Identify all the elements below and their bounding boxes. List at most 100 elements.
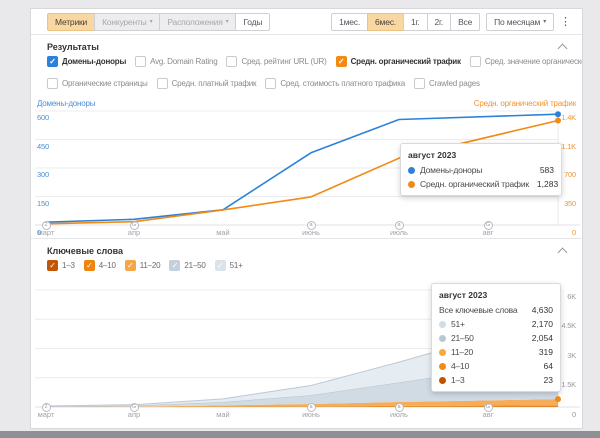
- axis-event-marker[interactable]: a: [307, 403, 316, 412]
- axis-event-marker[interactable]: 2: [42, 403, 51, 412]
- range-button[interactable]: 1г.: [403, 13, 428, 31]
- checkbox-label: Сред. стоимость платного трафика: [280, 79, 405, 88]
- keyword-range-checkboxes: ✓1–3✓4–10✓11–20✓21–50✓51+: [31, 256, 582, 278]
- checkbox-box-icon: [265, 78, 276, 89]
- results-chart[interactable]: мартапрмайиюньиюльавг2GaaGДомены-донорыС…: [31, 96, 584, 238]
- x-axis-month-label: май: [208, 410, 238, 419]
- metric-checkbox[interactable]: Crawled pages: [414, 78, 480, 89]
- left-axis-tick: 150: [37, 199, 49, 208]
- tooltip-row-label: 51+: [451, 317, 524, 331]
- tab-years-label: Годы: [243, 17, 262, 27]
- series-endpoint-dot: [555, 396, 561, 402]
- tab-locations-label: Расположения: [167, 17, 222, 27]
- tooltip-row-label: Домены-доноры: [420, 163, 532, 177]
- metric-checkbox[interactable]: ✓4–10: [84, 260, 116, 271]
- chevron-down-icon: ▾: [150, 17, 153, 27]
- metric-checkbox[interactable]: Средн. платный трафик: [157, 78, 257, 89]
- checkbox-label: 11–20: [140, 261, 161, 270]
- keywords-section-header: Ключевые слова: [31, 239, 582, 256]
- tooltip-row: 4–10 64: [432, 359, 560, 373]
- left-axis-title: Домены-доноры: [37, 99, 95, 108]
- checkbox-box-icon: ✓: [169, 260, 180, 271]
- granularity-dropdown[interactable]: По месяцам ▾: [486, 13, 554, 31]
- series-dot-icon: [439, 363, 446, 370]
- right-axis-title: Средн. органический трафик: [474, 99, 576, 108]
- right-axis-zero: 0: [572, 228, 576, 237]
- metric-checkbox[interactable]: Avg. Domain Rating: [135, 56, 217, 67]
- checkbox-label: Crawled pages: [429, 79, 480, 88]
- checkbox-box-icon: [226, 56, 237, 67]
- tab-locations[interactable]: Расположения▾: [159, 13, 236, 31]
- right-axis-tick: 1.5K: [561, 380, 576, 389]
- series-dot-icon: [439, 335, 446, 342]
- tooltip-row: 1–3 23: [432, 373, 560, 387]
- axis-event-marker[interactable]: a: [395, 221, 404, 230]
- tooltip-row: Средн. органический трафик1,283: [401, 177, 561, 191]
- tooltip-row: 51+ 2,170: [432, 317, 560, 331]
- axis-event-marker[interactable]: a: [395, 403, 404, 412]
- metric-checkbox[interactable]: Сред. стоимость платного трафика: [265, 78, 405, 89]
- right-axis-tick: 700: [564, 170, 576, 179]
- checkbox-box-icon: ✓: [336, 56, 347, 67]
- checkbox-box-icon: ✓: [84, 260, 95, 271]
- chart-tooltip: август 2023Домены-доноры583Средн. органи…: [400, 143, 562, 196]
- right-axis-tick: 6K: [567, 292, 576, 301]
- keywords-chart[interactable]: мартапрмайиюньиюльавг2GaaG6K4.5K3K1.5K0а…: [31, 278, 584, 419]
- tab-competitors[interactable]: Конкуренты▾: [94, 13, 160, 31]
- range-button[interactable]: 2г.: [427, 13, 452, 31]
- metric-checkbox[interactable]: ✓11–20: [125, 260, 161, 271]
- checkbox-box-icon: [470, 56, 481, 67]
- checkbox-row: ✓Домены-донорыAvg. Domain RatingСред. ре…: [31, 52, 582, 74]
- metric-checkbox[interactable]: ✓Средн. органический трафик: [336, 56, 461, 67]
- metric-checkbox[interactable]: Органические страницы: [47, 78, 148, 89]
- metric-checkbox[interactable]: ✓51+: [215, 260, 243, 271]
- checkbox-label: 21–50: [184, 261, 205, 270]
- right-axis-tick: 1.1K: [561, 142, 576, 151]
- axis-event-marker[interactable]: G: [130, 221, 139, 230]
- range-button-group: 1мес.6мес.1г.2г.Все: [331, 13, 480, 31]
- metric-checkbox[interactable]: Сред. рейтинг URL (UR): [226, 56, 326, 67]
- tab-metrics[interactable]: Метрики: [47, 13, 95, 31]
- axis-event-marker[interactable]: G: [484, 403, 493, 412]
- tooltip-row-label: 1–3: [451, 373, 536, 387]
- kebab-menu-icon[interactable]: ⋮: [554, 16, 574, 28]
- tooltip-row-value: 23: [544, 373, 553, 387]
- metric-checkbox[interactable]: ✓Домены-доноры: [47, 56, 126, 67]
- tooltip-row-label: 4–10: [451, 359, 536, 373]
- range-controls: 1мес.6мес.1г.2г.Все По месяцам ▾ ⋮: [331, 13, 574, 31]
- checkbox-row: ✓1–3✓4–10✓11–20✓21–50✓51+: [31, 256, 582, 278]
- results-section-header: Результаты: [31, 35, 582, 52]
- tooltip-row-value: 64: [544, 359, 553, 373]
- tab-metrics-label: Метрики: [55, 17, 87, 27]
- checkbox-label: Средн. платный трафик: [172, 79, 257, 88]
- metric-checkbox[interactable]: ✓ 21–50: [169, 260, 205, 271]
- series-endpoint-dot: [555, 118, 561, 124]
- axis-event-marker[interactable]: a: [307, 221, 316, 230]
- range-button[interactable]: 6мес.: [367, 13, 404, 31]
- granularity-label: По месяцам: [494, 17, 540, 27]
- checkbox-box-icon: [157, 78, 168, 89]
- tooltip-row-value: 319: [539, 345, 553, 359]
- window-bottom-edge: [0, 431, 600, 438]
- metric-checkbox[interactable]: Сред. значение органического трафика: [470, 56, 582, 67]
- chevron-down-icon: ▾: [543, 17, 546, 27]
- tooltip-row-label: Все ключевые слова: [439, 303, 524, 317]
- tab-years[interactable]: Годы: [235, 13, 270, 31]
- axis-event-marker[interactable]: 2: [42, 221, 51, 230]
- tooltip-row-value: 2,170: [532, 317, 553, 331]
- range-button[interactable]: Все: [450, 13, 480, 31]
- checkbox-box-icon: [135, 56, 146, 67]
- metric-checkbox[interactable]: ✓1–3: [47, 260, 75, 271]
- checkbox-label: Домены-доноры: [62, 57, 126, 66]
- left-axis-tick: 600: [37, 113, 49, 122]
- tooltip-row-value: 4,630: [532, 303, 553, 317]
- tooltip-summary-row: Все ключевые слова 4,630: [432, 303, 560, 317]
- axis-event-marker[interactable]: G: [484, 221, 493, 230]
- left-axis-tick: 450: [37, 142, 49, 151]
- range-button[interactable]: 1мес.: [331, 13, 368, 31]
- tooltip-title: август 2023: [401, 148, 561, 163]
- axis-event-marker[interactable]: G: [130, 403, 139, 412]
- checkbox-label: Сред. рейтинг URL (UR): [241, 57, 326, 66]
- series-dot-icon: [408, 167, 415, 174]
- checkbox-box-icon: [47, 78, 58, 89]
